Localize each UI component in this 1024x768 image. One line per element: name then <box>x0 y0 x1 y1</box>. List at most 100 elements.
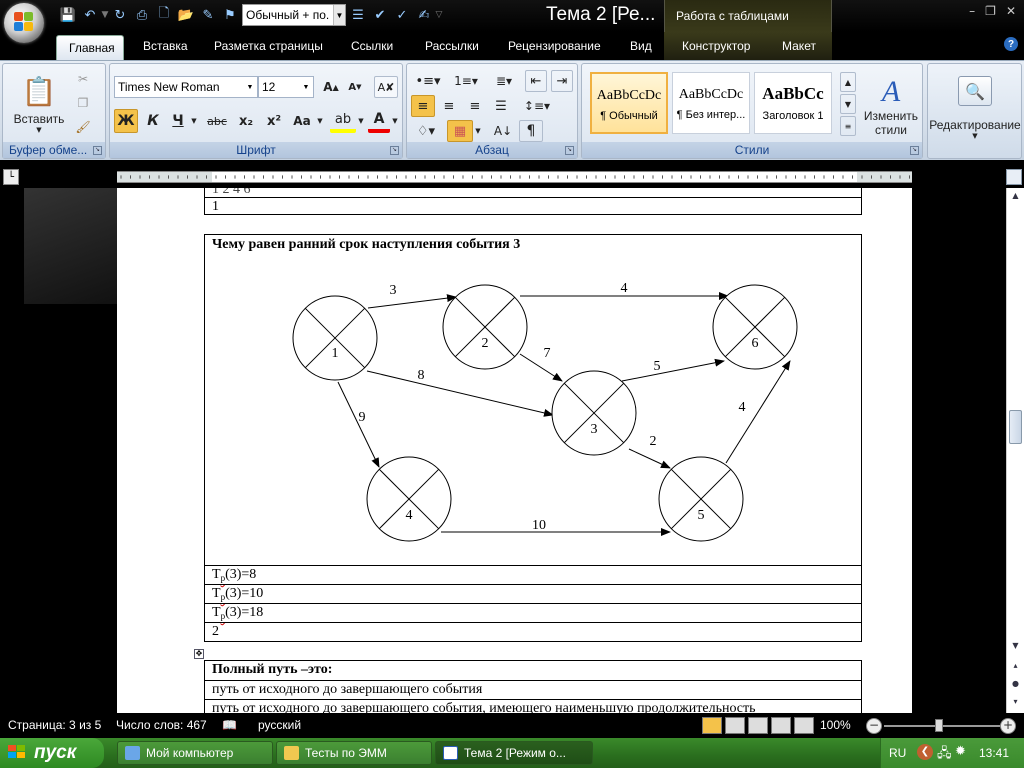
align-left-icon[interactable]: ≡ <box>411 95 435 117</box>
draft-view-icon[interactable] <box>794 717 814 734</box>
undo-dropdown-icon[interactable]: ▼ <box>102 10 109 20</box>
line-spacing-icon[interactable]: ↕≡▾ <box>519 95 555 117</box>
next-answer-row[interactable]: путь от исходного до завершающего событи… <box>204 680 862 699</box>
bullets-icon[interactable]: ☰ <box>348 5 368 25</box>
tray-arrow-icon[interactable]: ❮ <box>917 744 933 760</box>
style-tile-no-spacing[interactable]: AaBbCcDc ¶ Без интер... <box>672 72 750 134</box>
print-preview-icon[interactable]: ⎙ <box>132 5 152 25</box>
sort-icon[interactable]: A↓ <box>491 120 515 142</box>
font-name-select[interactable]: Times New Roman ▼ <box>114 76 258 98</box>
open-folder-icon[interactable]: 📂 <box>176 5 196 25</box>
edit-icon[interactable]: ✍ <box>414 5 434 25</box>
scroll-down-icon[interactable]: ▼ <box>1007 638 1024 652</box>
minimize-icon[interactable]: – <box>969 4 975 18</box>
antivirus-icon[interactable]: ✹ <box>955 744 966 759</box>
shading-icon[interactable]: ♢▾ <box>411 120 441 142</box>
subscript-button[interactable]: x₂ <box>233 109 259 133</box>
zoom-out-icon[interactable]: − <box>866 718 882 734</box>
ruler-strip[interactable] <box>117 171 912 183</box>
style-select[interactable]: Обычный + по. ▼ <box>242 4 346 26</box>
document-page[interactable]: 1 2 4 6 1 Чему равен ранний срок наступл… <box>117 188 912 713</box>
zoom-in-icon[interactable]: + <box>1000 718 1016 734</box>
font-color-icon[interactable]: A <box>368 109 390 133</box>
tab-view[interactable]: Вид <box>630 39 652 53</box>
zoom-knob[interactable] <box>935 719 943 732</box>
restore-icon[interactable]: ❐ <box>985 4 996 18</box>
start-button[interactable]: пуск <box>0 738 104 768</box>
grow-font-icon[interactable]: A ▲ <box>320 76 342 98</box>
office-button[interactable] <box>4 3 44 43</box>
customize-qat-icon[interactable]: ▽ <box>436 10 443 20</box>
tab-references[interactable]: Ссылки <box>351 39 393 53</box>
language-indicator[interactable]: RU <box>889 746 906 760</box>
change-styles-button[interactable]: A Изменить стили <box>862 68 920 144</box>
dialog-launcher-icon[interactable]: ↘ <box>93 146 102 155</box>
scroll-up-icon[interactable]: ▲ <box>1007 188 1024 202</box>
previous-page-icon[interactable]: ▴ <box>1007 658 1024 672</box>
numbering-icon[interactable]: 1≡▾ <box>449 70 483 92</box>
tab-layout[interactable]: Макет <box>782 39 816 53</box>
answer-row[interactable]: Tр(3)=8 <box>204 565 862 584</box>
tab-selector-icon[interactable]: └ <box>3 169 19 185</box>
show-marks-icon[interactable]: ¶ <box>519 120 543 142</box>
chevron-down-icon[interactable]: ▼ <box>243 77 257 97</box>
clear-formatting-icon[interactable]: A✘ <box>374 76 398 98</box>
full-screen-reading-icon[interactable] <box>725 717 745 734</box>
bullets-icon[interactable]: •≡▾ <box>411 70 445 92</box>
superscript-button[interactable]: x² <box>261 109 287 133</box>
word-count[interactable]: Число слов: 467 <box>116 718 207 732</box>
scroll-up-icon[interactable]: ▲ <box>840 72 856 92</box>
more-styles-icon[interactable]: ≡ <box>840 116 856 136</box>
help-icon[interactable]: ? <box>1004 37 1018 51</box>
paste-button[interactable]: 📋 Вставить ▼ <box>11 70 67 138</box>
question-cell[interactable]: Чему равен ранний срок наступления событ… <box>204 234 862 565</box>
draw-icon[interactable]: ✎ <box>198 5 218 25</box>
format-painter-icon[interactable]: 🖌 <box>73 118 93 136</box>
task-folder[interactable]: Тесты по ЭММ <box>276 741 432 765</box>
zoom-slider[interactable]: − + <box>866 717 1018 735</box>
tab-review[interactable]: Рецензирование <box>508 39 601 53</box>
scroll-down-icon[interactable]: ▼ <box>840 94 856 114</box>
highlight-dropdown-icon[interactable]: ▼ <box>356 109 366 133</box>
task-word-document[interactable]: Тема 2 [Режим о... <box>435 741 593 765</box>
check-icon[interactable]: ✔ <box>370 5 390 25</box>
change-case-button[interactable]: Аа <box>289 109 315 133</box>
borders-dropdown-icon[interactable]: ▼ <box>473 120 483 142</box>
align-right-icon[interactable]: ≡ <box>463 95 487 117</box>
prev-table-cell[interactable]: 1 2 4 6 <box>204 188 862 197</box>
dialog-launcher-icon[interactable]: ↘ <box>910 146 919 155</box>
chevron-down-icon[interactable]: ▼ <box>333 5 345 25</box>
borders-icon[interactable]: ▦ <box>447 120 473 142</box>
next-page-icon[interactable]: ▾ <box>1007 694 1024 708</box>
new-document-icon[interactable]: 🗋 <box>154 5 174 25</box>
browse-object-icon[interactable]: ● <box>1007 676 1024 690</box>
decrease-indent-icon[interactable]: ⇤ <box>525 70 547 92</box>
save-icon[interactable]: 💾 <box>58 5 78 25</box>
justify-icon[interactable]: ☰ <box>489 95 513 117</box>
web-layout-icon[interactable] <box>748 717 768 734</box>
spellcheck-status-icon[interactable]: 📖 <box>222 718 237 732</box>
style-tile-heading1[interactable]: AaBbCc Заголовок 1 <box>754 72 832 134</box>
answer-row[interactable]: Tр(3)=18 <box>204 603 862 622</box>
next-answer-row[interactable]: путь от исходного до завершающего событи… <box>204 699 862 713</box>
redo-icon[interactable]: ↻ <box>110 5 130 25</box>
view-ruler-icon[interactable] <box>1006 169 1022 185</box>
table-move-handle-icon[interactable]: ✥ <box>194 649 204 659</box>
dialog-launcher-icon[interactable]: ↘ <box>390 146 399 155</box>
strikethrough-button[interactable]: abc <box>203 109 231 133</box>
tab-home[interactable]: Главная <box>56 35 124 61</box>
multilevel-list-icon[interactable]: ≣▾ <box>487 70 521 92</box>
italic-button[interactable]: К <box>141 109 165 133</box>
task-my-computer[interactable]: Мой компьютер <box>117 741 273 765</box>
scroll-thumb[interactable] <box>1009 410 1022 444</box>
copy-icon[interactable]: ❐ <box>73 94 93 112</box>
tab-page-layout[interactable]: Разметка страницы <box>214 39 323 53</box>
style-tile-normal[interactable]: AaBbCcDc ¶ Обычный <box>590 72 668 134</box>
page-indicator[interactable]: Страница: 3 из 5 <box>8 718 101 732</box>
tab-insert[interactable]: Вставка <box>143 39 188 53</box>
print-layout-icon[interactable] <box>702 717 722 734</box>
shrink-font-icon[interactable]: A ▼ <box>344 76 366 98</box>
close-icon[interactable]: ✕ <box>1006 4 1016 18</box>
underline-dropdown-icon[interactable]: ▼ <box>189 109 199 133</box>
cut-icon[interactable]: ✂ <box>73 70 93 88</box>
